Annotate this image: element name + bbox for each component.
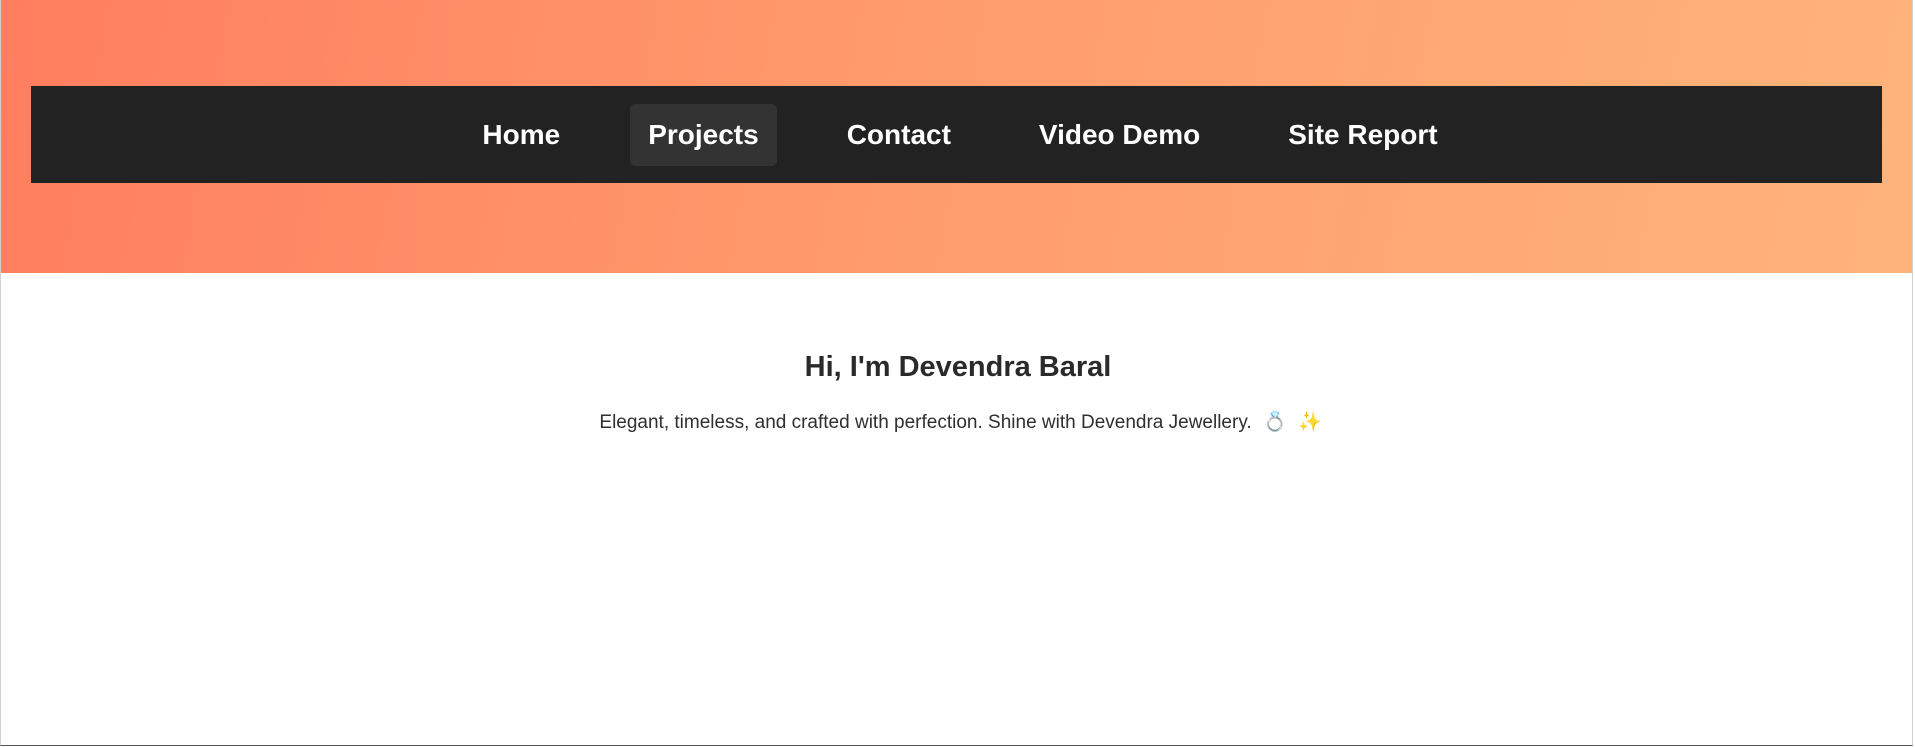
- page: Home Projects Contact Video Demo Site Re…: [0, 0, 1913, 746]
- main-content: Hi, I'm Devendra Baral Elegant, timeless…: [1, 273, 1912, 437]
- hero-header: Home Projects Contact Video Demo Site Re…: [1, 0, 1912, 273]
- nav-item-home[interactable]: Home: [464, 104, 578, 166]
- navbar: Home Projects Contact Video Demo Site Re…: [31, 86, 1882, 183]
- sparkles-icon: ✨: [1297, 412, 1322, 433]
- page-title: Hi, I'm Devendra Baral: [804, 351, 1112, 383]
- nav-item-video-demo[interactable]: Video Demo: [1021, 104, 1218, 166]
- ring-icon: 💍: [1262, 412, 1287, 433]
- tagline: Elegant, timeless, and crafted with perf…: [1, 409, 1912, 437]
- tagline-text: Elegant, timeless, and crafted with perf…: [599, 412, 1252, 433]
- nav-item-projects[interactable]: Projects: [630, 103, 777, 166]
- nav-item-site-report[interactable]: Site Report: [1270, 104, 1455, 166]
- nav-item-contact[interactable]: Contact: [829, 104, 969, 166]
